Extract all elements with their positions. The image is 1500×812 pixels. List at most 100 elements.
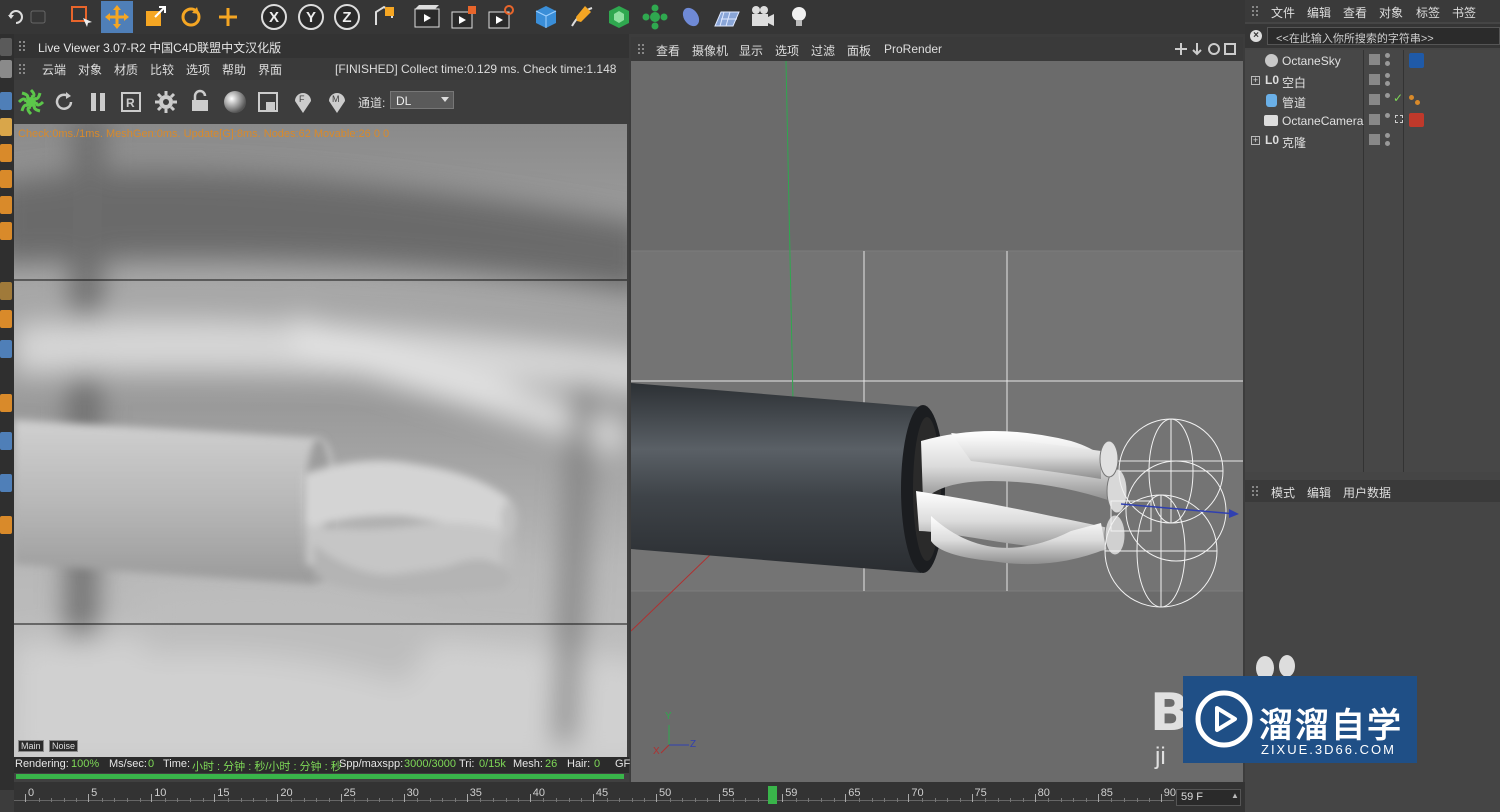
- visibility-render-dot-icon[interactable]: [1385, 81, 1390, 86]
- render-output-image[interactable]: Check:0ms./1ms. MeshGen:0ms. Update[G]:8…: [14, 124, 627, 757]
- menu-help[interactable]: 帮助: [222, 61, 246, 78]
- stepper-icon[interactable]: ▲: [1231, 791, 1239, 800]
- material-ball-icon[interactable]: [222, 89, 248, 115]
- lock-icon[interactable]: [189, 89, 211, 113]
- object-row-cloner[interactable]: + L0 克隆: [1245, 131, 1500, 151]
- am-menu-mode[interactable]: 模式: [1271, 484, 1295, 501]
- model-mode-icon[interactable]: [0, 60, 12, 78]
- timeline-playhead[interactable]: [768, 786, 777, 804]
- y-axis-lock-button[interactable]: Y: [295, 1, 327, 33]
- cloner-icon[interactable]: [639, 1, 671, 33]
- om-search-input[interactable]: <<在此输入你所搜索的字符串>>: [1267, 27, 1500, 45]
- lock-workplane-icon[interactable]: [0, 474, 12, 492]
- octane-camera-tag-icon[interactable]: [1409, 113, 1424, 127]
- edges-mode-icon[interactable]: [0, 196, 12, 214]
- restart-render-icon[interactable]: [53, 91, 75, 113]
- menu-objects[interactable]: 对象: [78, 61, 102, 78]
- live-select-icon[interactable]: [66, 1, 98, 33]
- visibility-render-dot-icon[interactable]: [1385, 61, 1390, 66]
- visibility-editor-dot-icon[interactable]: [1385, 133, 1390, 138]
- solo-icon[interactable]: [0, 516, 12, 534]
- expand-icon[interactable]: +: [1251, 136, 1260, 145]
- menu-options[interactable]: 选项: [186, 61, 210, 78]
- viewport-grip-icon[interactable]: [637, 43, 647, 55]
- am-menu-user-data[interactable]: 用户数据: [1343, 484, 1391, 501]
- render-region-icon[interactable]: R: [120, 91, 142, 113]
- snap-icon[interactable]: [0, 340, 12, 358]
- move-tool-icon[interactable]: [101, 1, 133, 33]
- am-menu-edit[interactable]: 编辑: [1307, 484, 1331, 501]
- menu-cloud[interactable]: 云端: [42, 61, 66, 78]
- render-to-picture-viewer-icon[interactable]: [448, 1, 480, 33]
- visibility-editor-dot-icon[interactable]: [1385, 93, 1390, 98]
- object-row-octanesky[interactable]: OctaneSky: [1245, 51, 1500, 71]
- object-mode-icon[interactable]: [0, 92, 12, 110]
- viewport-menu-view[interactable]: 查看: [656, 42, 680, 59]
- texture-mode-icon[interactable]: [0, 118, 12, 136]
- target-tag-icon[interactable]: [1395, 115, 1403, 123]
- timeline[interactable]: 0 5 10 15 20 25 30 35 40 45 50 55 59 65 70 75 80 85 90 59 …: [14, 782, 1245, 812]
- rotate-tool-icon[interactable]: [175, 1, 207, 33]
- enable-snap-icon[interactable]: [0, 394, 12, 412]
- 3d-viewport[interactable]: 查看 摄像机 显示 选项 过滤 面板 ProRender Y Z X: [631, 37, 1243, 782]
- transform-tool-icon[interactable]: [212, 1, 244, 33]
- x-axis-lock-button[interactable]: X: [258, 1, 290, 33]
- layer-toggle-icon[interactable]: [1369, 134, 1380, 145]
- om-menu-file[interactable]: 文件: [1271, 4, 1295, 21]
- floor-icon[interactable]: [711, 1, 743, 33]
- viewport-menu-display[interactable]: 显示: [739, 42, 763, 59]
- layer-toggle-icon[interactable]: [1369, 114, 1380, 125]
- object-row-tube[interactable]: 管道 ✓: [1245, 91, 1500, 111]
- material-tag-icon[interactable]: [1409, 95, 1414, 100]
- om-menu-objects[interactable]: 对象: [1379, 4, 1403, 21]
- render-view-icon[interactable]: [411, 1, 443, 33]
- menu-compare[interactable]: 比较: [150, 61, 174, 78]
- material-picker-icon[interactable]: M: [326, 89, 348, 115]
- make-editable-icon[interactable]: [0, 38, 12, 56]
- am-grip-icon[interactable]: [1251, 485, 1261, 497]
- checkmark-icon[interactable]: ✓: [1393, 91, 1403, 105]
- light-icon[interactable]: [783, 1, 815, 33]
- visibility-editor-dot-icon[interactable]: [1385, 73, 1390, 78]
- object-row-octanecamera[interactable]: OctaneCamera: [1245, 111, 1500, 131]
- viewport-menu-camera[interactable]: 摄像机: [692, 42, 728, 59]
- coordinate-system-icon[interactable]: [368, 1, 400, 33]
- redo-icon[interactable]: [22, 1, 54, 33]
- focus-picker-icon[interactable]: F: [292, 89, 314, 115]
- points-mode-icon[interactable]: [0, 170, 12, 188]
- pause-render-icon[interactable]: [87, 91, 109, 113]
- deformer-icon[interactable]: [675, 1, 707, 33]
- axis-mode-icon[interactable]: [0, 282, 12, 300]
- om-menu-edit[interactable]: 编辑: [1307, 4, 1331, 21]
- viewport-menu-options[interactable]: 选项: [775, 42, 799, 59]
- settings-gear-icon[interactable]: [154, 90, 178, 114]
- tab-noise[interactable]: Noise: [49, 740, 79, 752]
- quantize-icon[interactable]: [0, 432, 12, 450]
- render-settings-icon[interactable]: [485, 1, 517, 33]
- scale-tool-icon[interactable]: [139, 1, 171, 33]
- tab-main[interactable]: Main: [18, 740, 44, 752]
- object-row-null[interactable]: + L0 空白: [1245, 71, 1500, 91]
- menu-materials[interactable]: 材质: [114, 61, 138, 78]
- om-menu-bookmarks[interactable]: 书签: [1452, 4, 1476, 21]
- om-menu-view[interactable]: 查看: [1343, 4, 1367, 21]
- menu-grip-icon[interactable]: [18, 63, 28, 75]
- octane-logo-icon[interactable]: [17, 88, 45, 116]
- panel-grip-icon[interactable]: [18, 40, 28, 52]
- layer-toggle-icon[interactable]: [1369, 54, 1380, 65]
- cube-primitive-icon[interactable]: [530, 1, 562, 33]
- tweak-mode-icon[interactable]: [0, 310, 12, 328]
- om-grip-icon[interactable]: [1251, 5, 1261, 17]
- viewport-menu-panel[interactable]: 面板: [847, 42, 871, 59]
- polygons-mode-icon[interactable]: [0, 222, 12, 240]
- expand-icon[interactable]: +: [1251, 76, 1260, 85]
- viewport-nav-icons[interactable]: [1175, 41, 1239, 57]
- layer-toggle-icon[interactable]: [1369, 94, 1380, 105]
- visibility-render-dot-icon[interactable]: [1385, 141, 1390, 146]
- channel-select[interactable]: DL: [390, 91, 454, 109]
- layer-toggle-icon[interactable]: [1369, 74, 1380, 85]
- menu-interface[interactable]: 界面: [258, 61, 282, 78]
- workplane-icon[interactable]: [0, 144, 12, 162]
- camera-icon[interactable]: [747, 1, 779, 33]
- close-icon[interactable]: ×: [1250, 30, 1262, 42]
